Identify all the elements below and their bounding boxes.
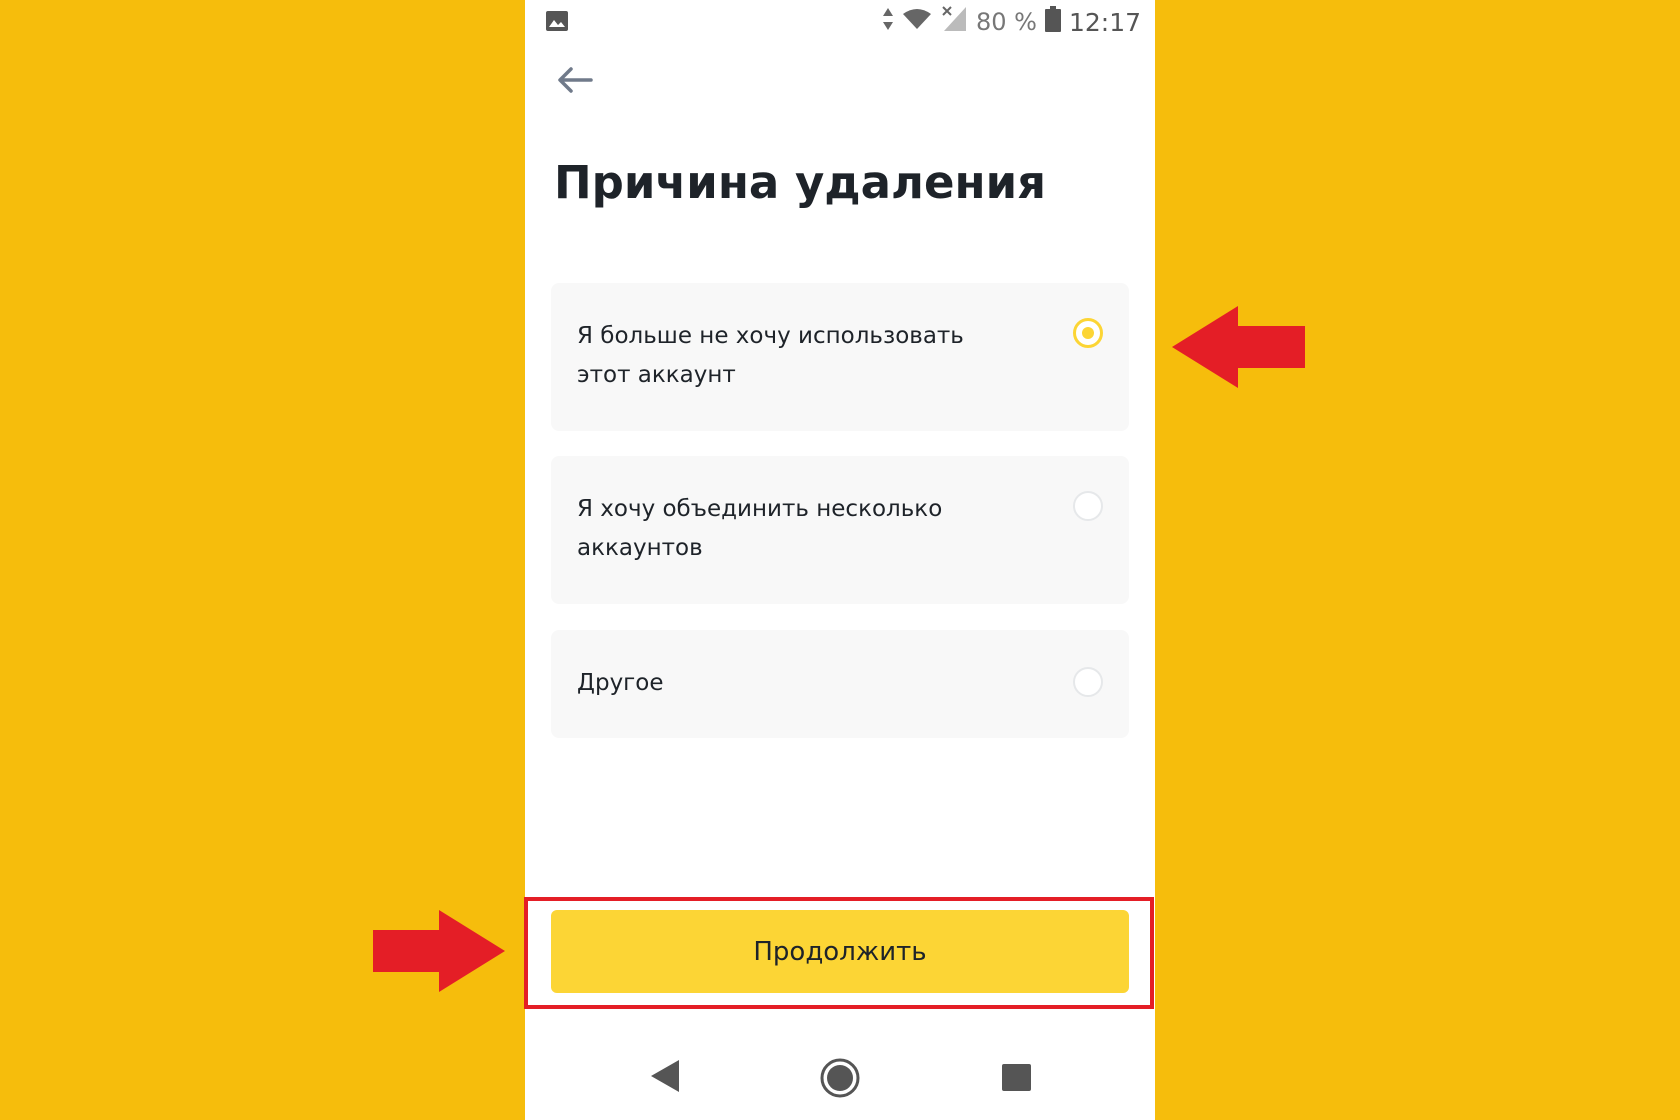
back-button[interactable] <box>553 62 597 102</box>
option-no-longer-use[interactable]: Я больше не хочу использовать этот аккау… <box>551 283 1129 431</box>
annotation-arrow-left-icon <box>1172 306 1305 392</box>
option-label: Другое <box>577 670 664 696</box>
option-label: Я хочу объединить несколько аккаунтов <box>577 496 943 561</box>
option-other[interactable]: Другое <box>551 630 1129 738</box>
nav-recent-icon[interactable] <box>1002 1064 1031 1091</box>
image-icon <box>545 9 569 39</box>
back-arrow-icon <box>557 66 593 98</box>
wifi-icon <box>902 7 932 37</box>
radio-button[interactable] <box>1073 491 1103 521</box>
option-label: Я больше не хочу использовать этот аккау… <box>577 323 964 388</box>
data-arrows-icon <box>882 6 894 38</box>
radio-button[interactable] <box>1073 667 1103 697</box>
no-signal-icon <box>940 5 968 39</box>
annotation-arrow-right-icon <box>373 910 505 996</box>
navigation-bar <box>525 1040 1155 1120</box>
status-bar: 80 % 12:17 <box>525 0 1155 44</box>
battery-percent: 80 % <box>975 8 1037 36</box>
clock: 12:17 <box>1068 7 1141 37</box>
page-title: Причина удаления <box>554 156 1046 209</box>
radio-button-selected[interactable] <box>1073 318 1103 348</box>
annotation-highlight-box <box>524 897 1154 1009</box>
nav-home-icon[interactable] <box>820 1058 860 1102</box>
nav-back-icon[interactable] <box>649 1058 681 1098</box>
option-merge-accounts[interactable]: Я хочу объединить несколько аккаунтов <box>551 456 1129 604</box>
battery-icon <box>1044 6 1061 38</box>
